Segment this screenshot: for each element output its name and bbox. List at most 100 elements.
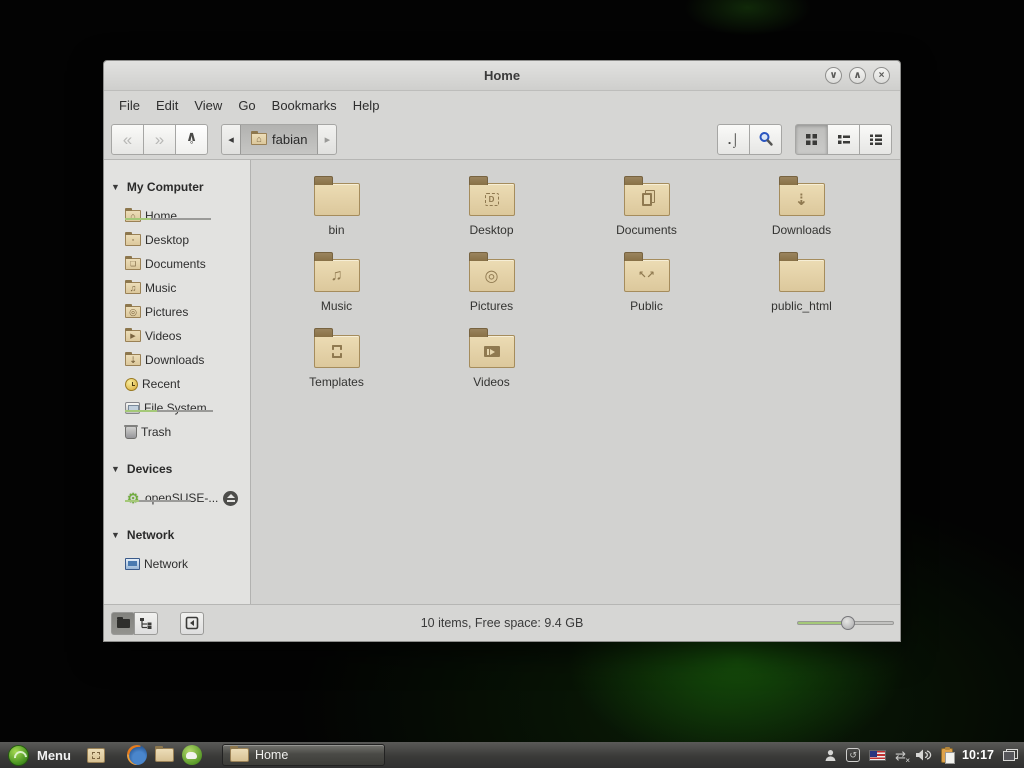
icon-view-icon xyxy=(806,133,817,145)
folder-icon xyxy=(468,252,515,292)
software-center-launcher[interactable] xyxy=(181,745,202,765)
path-scroll-right-button[interactable]: ▸ xyxy=(318,125,336,154)
folder-item-documents[interactable]: Documents xyxy=(569,170,724,246)
side-pane: ▼ My Computer ⌂ Home ▫ Desktop ❏ Documen… xyxy=(104,160,251,604)
pictures-folder-icon: ◎ xyxy=(125,304,141,318)
section-my-computer[interactable]: ▼ My Computer xyxy=(104,176,250,198)
network-offline-icon[interactable]: ⇄ × xyxy=(895,749,910,765)
forward-button[interactable]: » xyxy=(143,123,176,155)
firefox-launcher[interactable] xyxy=(126,745,147,765)
clock[interactable]: 10:17 xyxy=(962,748,994,762)
eject-button[interactable] xyxy=(223,490,238,506)
session-tray-icon[interactable]: ↺ xyxy=(846,748,861,762)
opensuse-menu-icon xyxy=(8,744,29,766)
sidebar-item-downloads[interactable]: ⇣ Downloads xyxy=(104,348,250,372)
section-devices[interactable]: ▼ Devices xyxy=(104,458,250,480)
show-desktop-launcher[interactable] xyxy=(86,747,105,763)
volume-icon[interactable] xyxy=(915,748,932,762)
minimize-button[interactable]: ∨ xyxy=(825,67,842,84)
home-folder-icon: ⌂ xyxy=(251,131,267,145)
sidebar-item-trash[interactable]: Trash xyxy=(104,420,250,444)
sidebar-item-videos[interactable]: ▶ Videos xyxy=(104,324,250,348)
folder-item-templates[interactable]: Templates xyxy=(259,322,414,398)
sidebar-item-file-system[interactable]: File System xyxy=(104,396,250,420)
trash-icon xyxy=(124,424,138,439)
desktop-emblem-icon xyxy=(484,193,499,206)
sidebar-item-desktop[interactable]: ▫ Desktop xyxy=(104,228,250,252)
user-tray-icon[interactable] xyxy=(824,749,837,762)
folder-item-videos[interactable]: Videos xyxy=(414,322,569,398)
folder-icon xyxy=(468,328,515,368)
back-icon: « xyxy=(122,129,133,149)
file-system-usage-bar xyxy=(125,410,213,412)
menubar: File Edit View Go Bookmarks Help xyxy=(104,91,900,119)
sidebar-item-recent[interactable]: Recent xyxy=(104,372,250,396)
system-tray: ↺ ⇄ × 10:17 xyxy=(824,746,1018,765)
start-menu-button[interactable] xyxy=(8,744,29,766)
device-usage-bar xyxy=(125,500,191,502)
share-emblem-icon xyxy=(638,270,655,281)
icon-view-button[interactable] xyxy=(795,123,828,155)
sidebar-item-opensuse-device[interactable]: ⚙ openSUSE-... xyxy=(104,486,250,510)
folder-item-music[interactable]: Music xyxy=(259,246,414,322)
firefox-icon xyxy=(126,745,147,765)
compact-view-button[interactable] xyxy=(827,123,860,155)
menu-view[interactable]: View xyxy=(186,94,230,117)
folder-icon xyxy=(229,746,249,762)
file-manager-launcher[interactable] xyxy=(154,746,174,762)
collapse-triangle-icon: ▼ xyxy=(111,182,120,192)
titlebar[interactable]: Home ∨ ∧ × xyxy=(104,61,900,91)
folder-icon xyxy=(778,252,825,292)
task-button-home[interactable]: Home xyxy=(221,744,385,766)
window-title: Home xyxy=(483,68,521,83)
compact-view-icon xyxy=(837,134,850,144)
menu-edit[interactable]: Edit xyxy=(148,94,186,117)
folder-view[interactable]: bin Desktop Documents Downloads Music xyxy=(251,160,900,604)
maximize-button[interactable]: ∧ xyxy=(849,67,866,84)
folder-item-downloads[interactable]: Downloads xyxy=(724,170,879,246)
folder-item-pictures[interactable]: Pictures xyxy=(414,246,569,322)
close-button[interactable]: × xyxy=(873,67,890,84)
clipboard-tray-icon[interactable] xyxy=(941,746,956,764)
folder-item-bin[interactable]: bin xyxy=(259,170,414,246)
menu-go[interactable]: Go xyxy=(230,94,263,117)
downloads-emblem-icon xyxy=(795,190,808,210)
folder-item-desktop[interactable]: Desktop xyxy=(414,170,569,246)
path-scroll-left-button[interactable]: ◂ xyxy=(222,125,240,154)
location-entry-button[interactable]: .⌡ xyxy=(717,123,750,155)
menu-help[interactable]: Help xyxy=(345,94,388,117)
file-manager-window: Home ∨ ∧ × File Edit View Go Bookmarks H… xyxy=(103,60,901,642)
recent-clock-icon xyxy=(125,377,138,391)
menu-label[interactable]: Menu xyxy=(37,748,71,763)
section-network[interactable]: ▼ Network xyxy=(104,524,250,546)
zoom-slider[interactable] xyxy=(797,616,894,630)
zoom-slider-knob[interactable] xyxy=(841,616,856,630)
places-icon xyxy=(116,616,130,628)
collapse-triangle-icon: ▼ xyxy=(111,530,120,540)
toolbar: « » ∧ ∘ ◂ ⌂ fabian ▸ .⌡ xyxy=(104,119,900,160)
menu-bookmarks[interactable]: Bookmarks xyxy=(264,94,345,117)
folder-icon xyxy=(313,252,360,292)
search-icon xyxy=(759,132,773,146)
sidebar-item-music[interactable]: ♫ Music xyxy=(104,276,250,300)
sidebar-item-network[interactable]: Network xyxy=(104,552,250,576)
detailed-view-button[interactable] xyxy=(859,123,892,155)
file-system-icon xyxy=(125,402,140,414)
keyboard-layout-us-flag-icon[interactable] xyxy=(869,749,887,761)
sidebar-item-home[interactable]: ⌂ Home xyxy=(104,204,250,228)
folder-item-public-html[interactable]: public_html xyxy=(724,246,879,322)
pictures-emblem-icon xyxy=(485,266,499,286)
sidebar-item-pictures[interactable]: ◎ Pictures xyxy=(104,300,250,324)
desktop-folder-icon: ▫ xyxy=(125,232,141,246)
go-up-icon: ∧ ∘ xyxy=(185,127,198,147)
documents-emblem-icon xyxy=(641,193,652,206)
path-tab-fabian[interactable]: ⌂ fabian xyxy=(240,124,319,154)
folder-item-public[interactable]: Public xyxy=(569,246,724,322)
documents-folder-icon: ❏ xyxy=(125,256,141,270)
search-button[interactable] xyxy=(749,123,782,155)
back-button[interactable]: « xyxy=(111,123,144,155)
sidebar-item-documents[interactable]: ❏ Documents xyxy=(104,252,250,276)
up-button[interactable]: ∧ ∘ xyxy=(175,123,208,155)
workspace-pager-icon[interactable] xyxy=(1003,749,1018,761)
menu-file[interactable]: File xyxy=(111,94,148,117)
